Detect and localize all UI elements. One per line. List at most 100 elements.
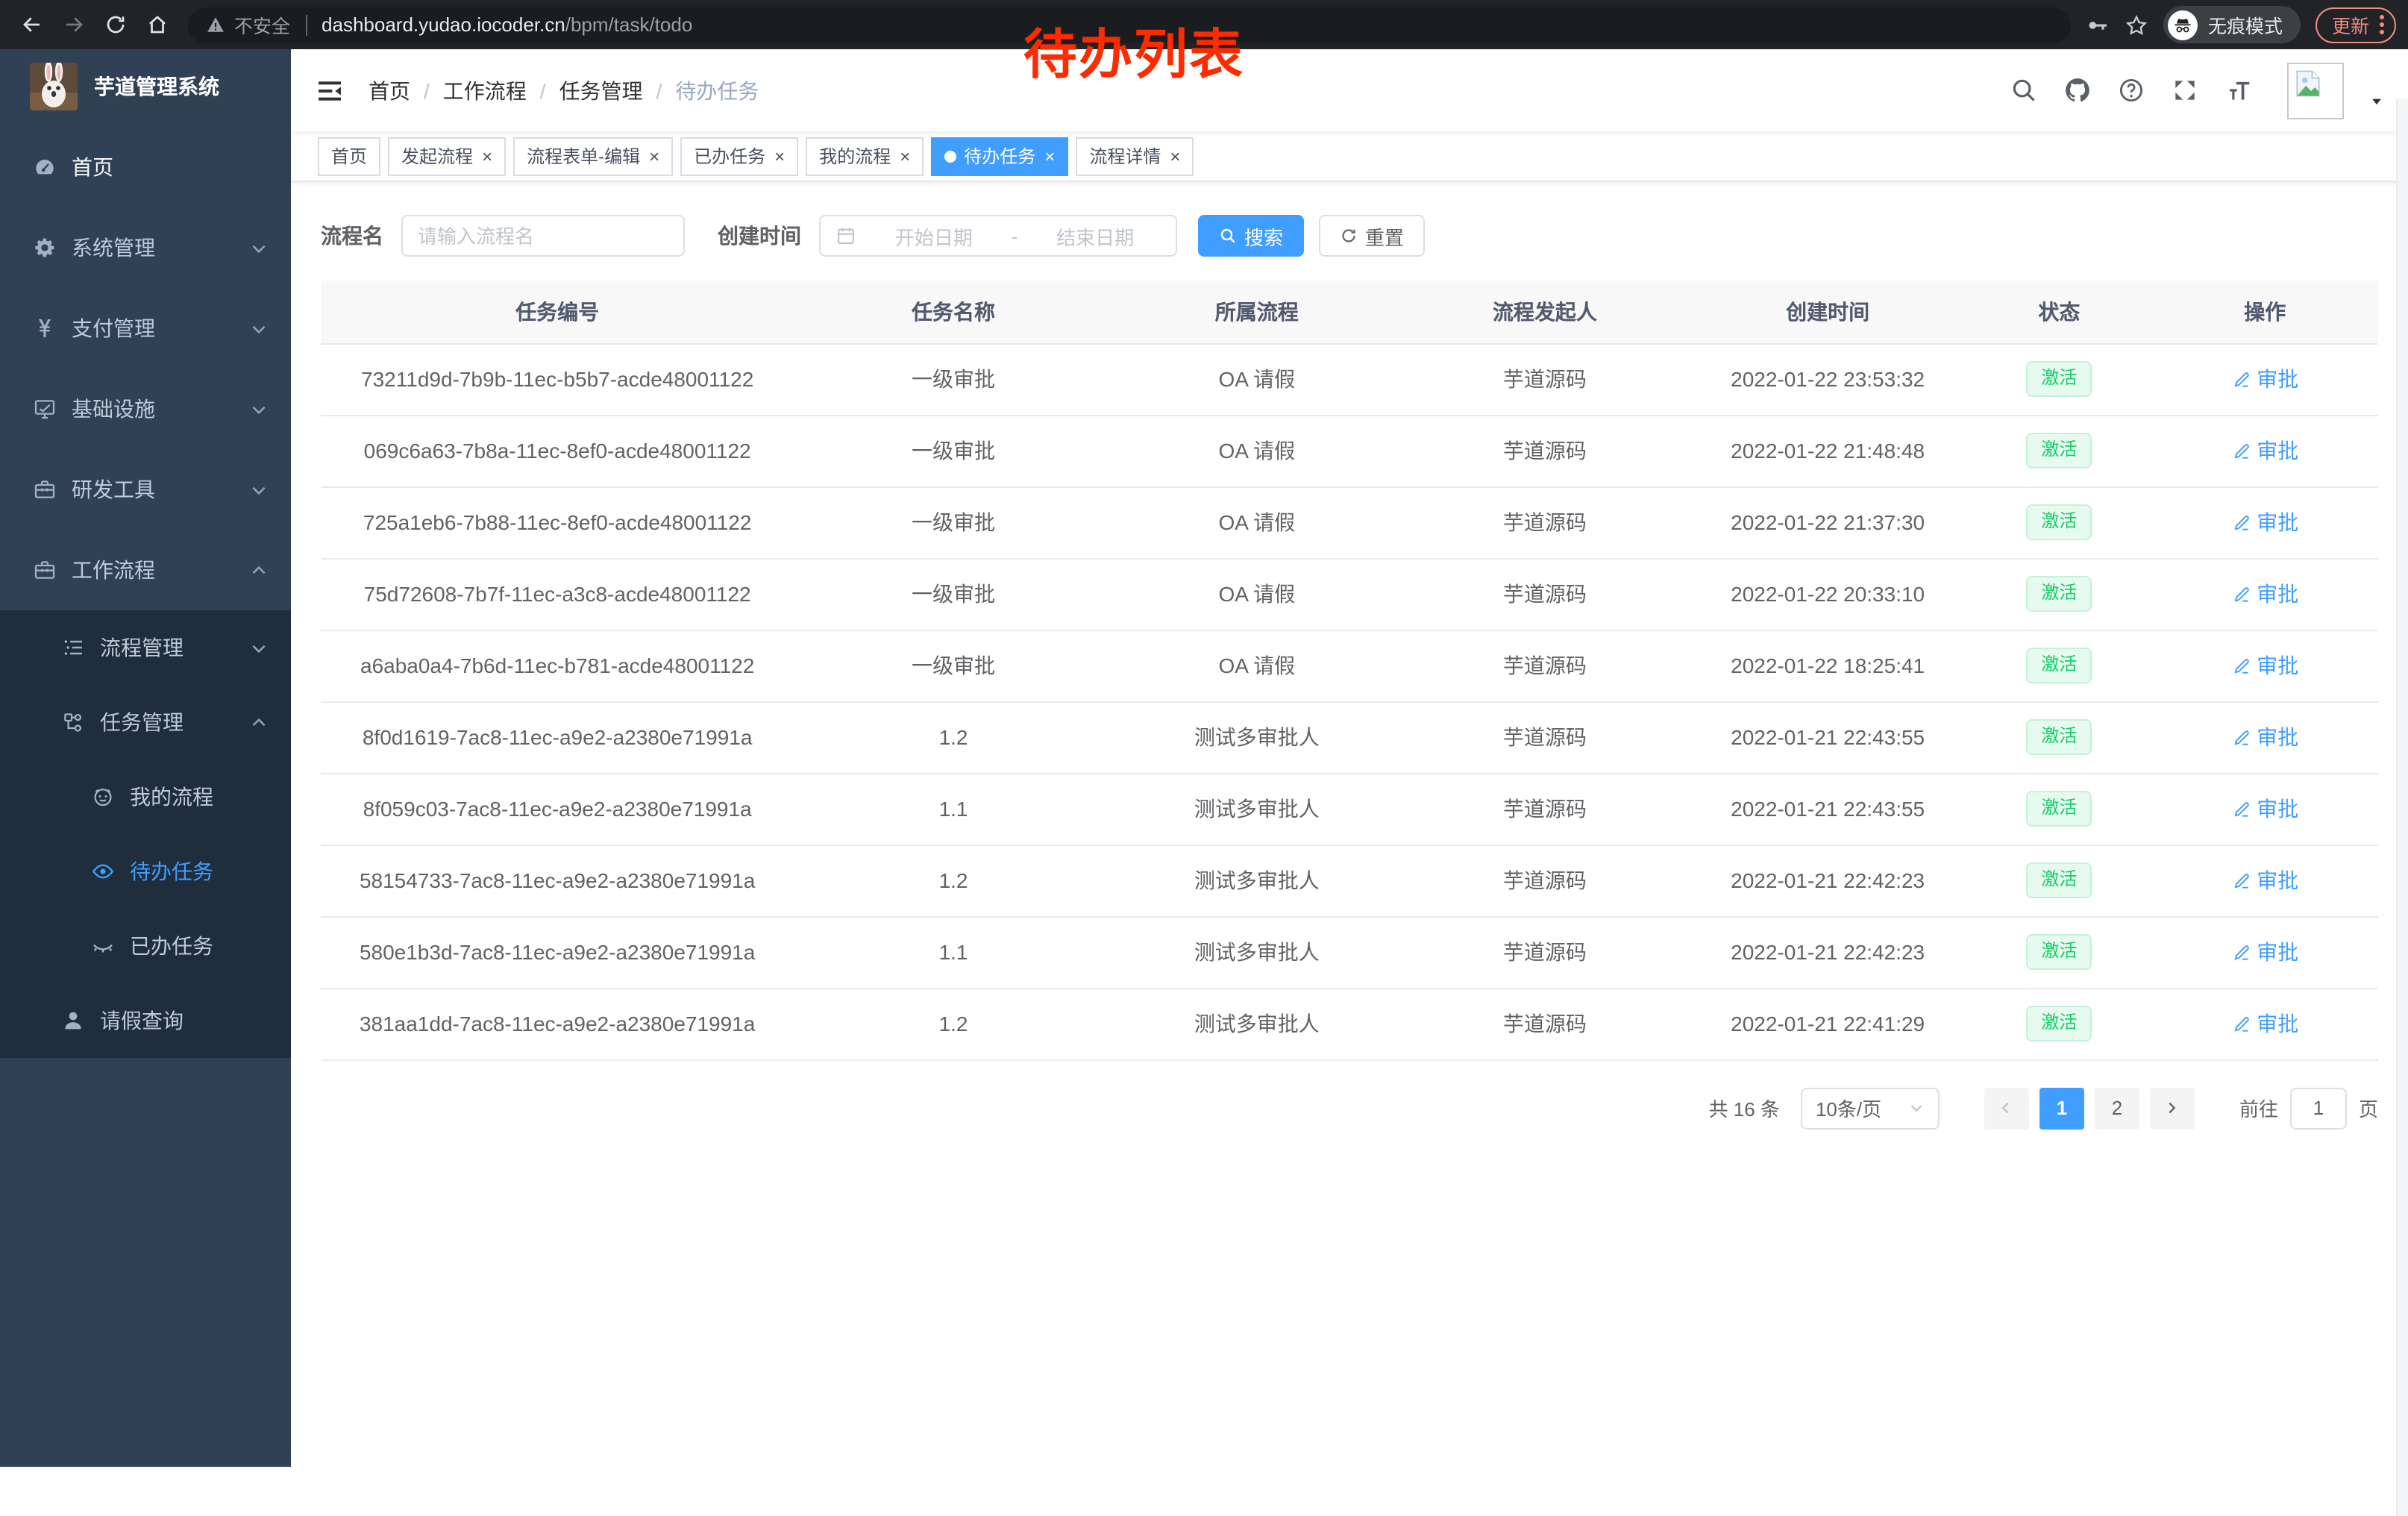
browser-menu-icon[interactable] bbox=[2380, 15, 2384, 34]
fullscreen-icon[interactable] bbox=[2171, 76, 2199, 104]
end-date-placeholder: 结束日期 bbox=[1029, 222, 1161, 250]
breadcrumb-item[interactable]: 任务管理 bbox=[527, 75, 643, 105]
chevron-icon bbox=[249, 480, 269, 499]
approve-link[interactable]: 审批 bbox=[2231, 865, 2298, 895]
tab[interactable]: 首页 × bbox=[318, 137, 380, 175]
reset-button[interactable]: 重置 bbox=[1319, 215, 1425, 257]
table-row: 8f0d1619-7ac8-11ec-a9e2-a2380e71991a 1.2… bbox=[321, 701, 2378, 773]
tab-label: 流程详情 bbox=[1089, 143, 1161, 169]
tab-close-icon[interactable]: × bbox=[774, 147, 785, 165]
pagination-goto: 前往 页 bbox=[2239, 1087, 2378, 1129]
status-badge: 激活 bbox=[2026, 719, 2092, 754]
scrollbar[interactable] bbox=[2396, 98, 2408, 1516]
tab-close-icon[interactable]: × bbox=[1044, 147, 1055, 165]
user-avatar[interactable] bbox=[2287, 62, 2344, 119]
tab-close-icon[interactable]: × bbox=[482, 147, 492, 165]
edit-icon bbox=[2231, 799, 2251, 818]
back-icon[interactable] bbox=[12, 5, 51, 44]
approve-link[interactable]: 审批 bbox=[2231, 794, 2298, 824]
approve-link[interactable]: 审批 bbox=[2231, 937, 2298, 967]
task-name-cell: 一级审批 bbox=[794, 558, 1112, 630]
key-icon[interactable] bbox=[2086, 13, 2110, 37]
sidebar-item[interactable]: 任务管理 bbox=[0, 685, 291, 759]
browser-update-button[interactable]: 更新 bbox=[2315, 7, 2396, 43]
sidebar-item[interactable]: 流程管理 bbox=[0, 610, 291, 685]
date-range-picker[interactable]: 开始日期 - 结束日期 bbox=[819, 215, 1177, 257]
sidebar-item[interactable]: 我的流程 bbox=[0, 759, 291, 834]
sidebar-item[interactable]: 已办任务 bbox=[0, 909, 291, 983]
tab[interactable]: 我的流程 × bbox=[806, 137, 924, 175]
approve-link[interactable]: 审批 bbox=[2231, 364, 2298, 394]
process-cell: OA 请假 bbox=[1113, 486, 1401, 558]
approve-link[interactable]: 审批 bbox=[2231, 1009, 2298, 1039]
font-size-icon[interactable] bbox=[2224, 76, 2253, 104]
table-header-row: 任务编号任务名称所属流程流程发起人创建时间状态操作 bbox=[321, 281, 2378, 343]
sidebar-item-label: 流程管理 bbox=[100, 633, 184, 663]
breadcrumb-item[interactable]: 工作流程 bbox=[410, 75, 527, 105]
approve-link[interactable]: 审批 bbox=[2231, 579, 2298, 609]
goto-label: 前往 bbox=[2239, 1094, 2278, 1122]
sidebar-item[interactable]: 待办任务 bbox=[0, 834, 291, 909]
url-divider bbox=[305, 14, 307, 35]
sidebar-item-label: 支付管理 bbox=[72, 313, 155, 343]
eye-open-icon bbox=[91, 859, 115, 883]
tab-close-icon[interactable]: × bbox=[1170, 147, 1180, 165]
sidebar-item-label: 工作流程 bbox=[72, 555, 155, 585]
forward-icon[interactable] bbox=[54, 5, 93, 44]
next-page-button[interactable] bbox=[2150, 1087, 2195, 1129]
approve-link[interactable]: 审批 bbox=[2231, 722, 2298, 752]
approve-link[interactable]: 审批 bbox=[2231, 651, 2298, 680]
task-name-cell: 1.2 bbox=[794, 988, 1112, 1059]
tab[interactable]: 发起流程 × bbox=[388, 137, 506, 175]
status-badge: 激活 bbox=[2026, 576, 2092, 611]
github-icon[interactable] bbox=[2063, 76, 2092, 104]
action-cell: 审批 bbox=[2152, 415, 2379, 486]
navbar-actions bbox=[2010, 62, 2384, 119]
process-name-input[interactable] bbox=[401, 215, 685, 257]
goto-unit: 页 bbox=[2359, 1094, 2378, 1122]
sidebar: 芋道管理系统 首页 系统管理 bbox=[0, 49, 291, 1467]
table-header-cell: 流程发起人 bbox=[1401, 281, 1689, 343]
avatar-caret-icon[interactable] bbox=[2369, 93, 2384, 108]
incognito-label: 无痕模式 bbox=[2208, 10, 2283, 39]
breadcrumb-item[interactable]: 待办任务 bbox=[643, 75, 759, 105]
tab[interactable]: 已办任务 × bbox=[680, 137, 798, 175]
edit-icon bbox=[2231, 513, 2251, 532]
page-number-button[interactable]: 2 bbox=[2095, 1087, 2139, 1129]
sidebar-item[interactable]: 研发工具 bbox=[0, 449, 291, 530]
search-button[interactable]: 搜索 bbox=[1198, 215, 1304, 257]
sidebar-item[interactable]: 工作流程 bbox=[0, 530, 291, 610]
sidebar-item[interactable]: 首页 bbox=[0, 127, 291, 207]
reload-icon[interactable] bbox=[95, 5, 134, 44]
tab-close-icon[interactable]: × bbox=[900, 147, 910, 165]
approve-link[interactable]: 审批 bbox=[2231, 507, 2298, 537]
task-id-cell: a6aba0a4-7b6d-11ec-b781-acde48001122 bbox=[321, 630, 794, 701]
pagination: 共 16 条 10条/页 1 2 bbox=[321, 1087, 2378, 1129]
tab-close-icon[interactable]: × bbox=[649, 147, 659, 165]
sidebar-item[interactable]: 基础设施 bbox=[0, 369, 291, 449]
help-icon[interactable] bbox=[2117, 76, 2145, 104]
task-name-cell: 一级审批 bbox=[794, 486, 1112, 558]
tab[interactable]: 待办任务 × bbox=[931, 137, 1068, 175]
page-size-select[interactable]: 10条/页 bbox=[1801, 1087, 1940, 1129]
sidebar-fold-icon[interactable] bbox=[315, 75, 345, 105]
task-id-cell: 069c6a63-7b8a-11ec-8ef0-acde48001122 bbox=[321, 415, 794, 486]
app-logo[interactable]: 芋道管理系统 bbox=[0, 49, 291, 124]
sidebar-item[interactable]: 支付管理 bbox=[0, 288, 291, 369]
approve-link[interactable]: 审批 bbox=[2231, 436, 2298, 466]
search-icon[interactable] bbox=[2010, 76, 2038, 104]
tab-label: 发起流程 bbox=[401, 143, 473, 169]
home-icon[interactable] bbox=[137, 5, 176, 44]
process-cell: 测试多审批人 bbox=[1113, 773, 1401, 845]
page-number-button[interactable]: 1 bbox=[2039, 1087, 2084, 1129]
sidebar-item[interactable]: 请假查询 bbox=[0, 983, 291, 1058]
prev-page-button[interactable] bbox=[1984, 1087, 2029, 1129]
sidebar-item-label: 研发工具 bbox=[72, 474, 155, 504]
sidebar-menu: 首页 系统管理 支付管理 bbox=[0, 124, 291, 1467]
sidebar-item[interactable]: 系统管理 bbox=[0, 207, 291, 288]
goto-page-input[interactable] bbox=[2290, 1087, 2347, 1129]
tab[interactable]: 流程详情 × bbox=[1076, 137, 1194, 175]
tab[interactable]: 流程表单-编辑 × bbox=[513, 137, 673, 175]
breadcrumb-item[interactable]: 首页 bbox=[369, 75, 410, 105]
bookmark-star-icon[interactable] bbox=[2125, 13, 2148, 37]
